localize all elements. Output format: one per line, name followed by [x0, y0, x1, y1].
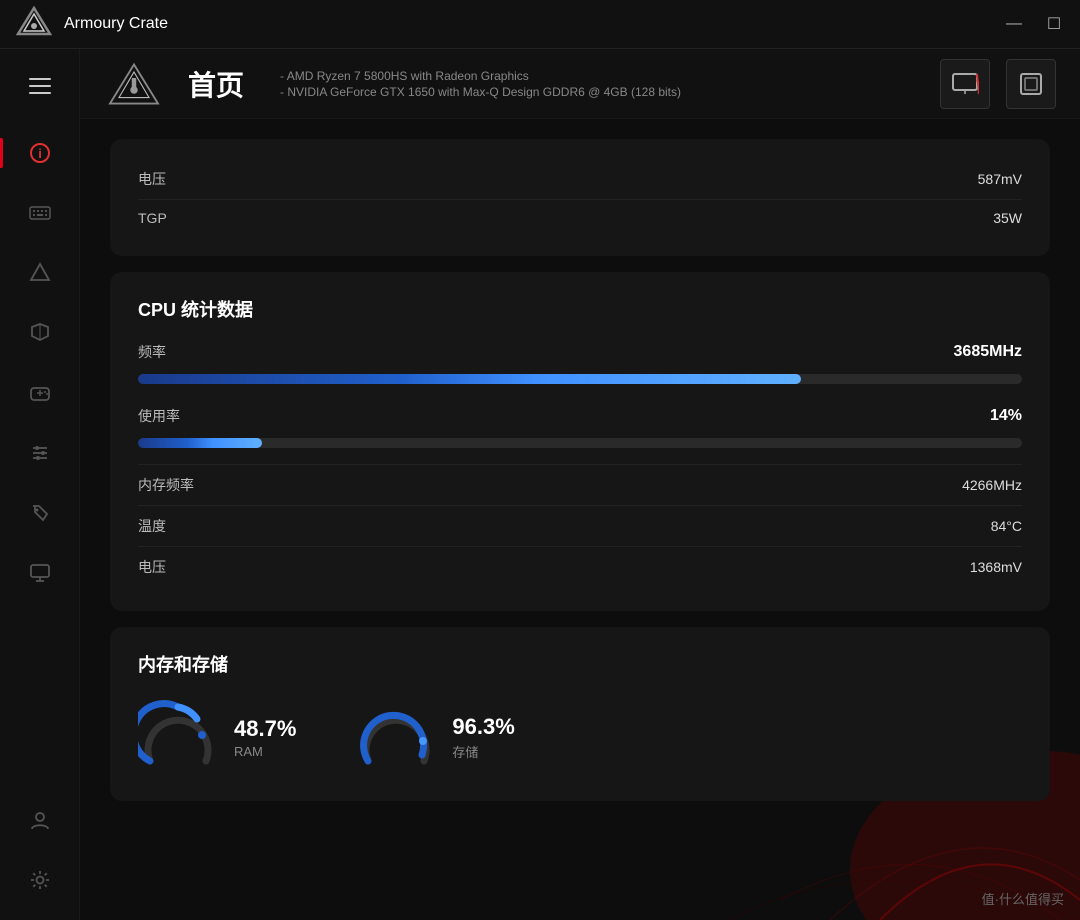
sidebar-item-monitor[interactable]	[0, 543, 80, 603]
memory-storage-card: 内存和存储 48.7	[110, 627, 1050, 801]
page-title: 首页	[188, 64, 244, 104]
sidebar-item-aura[interactable]	[0, 243, 80, 303]
aura-icon	[29, 262, 51, 284]
memory-gauges: 48.7% RAM	[138, 697, 1022, 777]
profile-icon	[29, 809, 51, 831]
cpu-freq-value: 3685MHz	[954, 343, 1022, 361]
cpu-temp-value: 84°C	[991, 518, 1022, 534]
sidebar-item-profile[interactable]	[0, 790, 80, 850]
cpu-usage-header: 使用率 14%	[138, 400, 1022, 430]
content-area: 首页 AMD Ryzen 7 5800HS with Radeon Graphi…	[80, 49, 1080, 920]
page-header: 首页 AMD Ryzen 7 5800HS with Radeon Graphi…	[80, 49, 1080, 119]
titlebar: Armoury Crate — ☐	[0, 0, 1080, 49]
sidebar-item-deals[interactable]	[0, 483, 80, 543]
window-controls: — ☐	[1004, 14, 1064, 34]
gaming-icon	[28, 381, 52, 405]
sidebar-bottom	[0, 790, 80, 920]
cpu-temp-label: 温度	[138, 516, 166, 536]
ram-label-group: 48.7% RAM	[234, 716, 296, 759]
sidebar-item-home[interactable]: i	[0, 123, 80, 183]
maximize-button[interactable]: ☐	[1044, 14, 1064, 34]
sidebar-top	[0, 49, 80, 123]
storage-gauge-container: 96.3% 存储	[356, 697, 514, 777]
cpu-usage-label: 使用率	[138, 406, 180, 426]
watermark-text: 值·什么值得买	[982, 892, 1064, 907]
gpu-tgp-value: 35W	[993, 210, 1022, 226]
cpu-usage-bar	[138, 438, 262, 448]
app-icon	[16, 6, 52, 42]
cpu-freq-label: 频率	[138, 342, 166, 362]
cpu-mem-freq-row: 内存频率 4266MHz	[138, 464, 1022, 505]
sidebar-item-tuning[interactable]	[0, 423, 80, 483]
storage-gauge	[356, 697, 436, 777]
gpu-tgp-row: TGP 35W	[138, 199, 1022, 236]
cpu-freq-progress	[138, 374, 1022, 384]
storage-label: 存储	[452, 742, 514, 761]
minimize-button[interactable]: —	[1004, 14, 1024, 34]
svg-text:i: i	[38, 146, 42, 161]
cpu-stats-card: CPU 统计数据 频率 3685MHz 使用率 14%	[110, 272, 1050, 611]
memory-storage-title: 内存和存储	[138, 651, 1022, 677]
cpu-voltage-value: 1368mV	[970, 559, 1022, 575]
watermark: 值·什么值得买	[982, 889, 1064, 908]
tuning-icon	[29, 442, 51, 464]
deals-icon	[29, 502, 51, 524]
sidebar-item-settings[interactable]	[0, 850, 80, 910]
storage-label-group: 96.3% 存储	[452, 714, 514, 761]
sidebar-item-gaming[interactable]	[0, 363, 80, 423]
system-info: AMD Ryzen 7 5800HS with Radeon Graphics …	[280, 69, 681, 99]
display-icon	[29, 322, 51, 344]
sidebar: i	[0, 49, 80, 920]
scroll-content[interactable]: 电压 587mV TGP 35W CPU 统计数据 频率 3685MHz	[80, 119, 1080, 920]
ram-percent: 48.7%	[234, 716, 296, 742]
rog-logo	[104, 59, 164, 109]
cpu-voltage-label: 电压	[138, 557, 166, 577]
sidebar-item-keyboard[interactable]	[0, 183, 80, 243]
cpu-freq-header: 频率 3685MHz	[138, 342, 1022, 366]
monitor-icon	[29, 562, 51, 584]
second-device-button[interactable]	[1006, 59, 1056, 109]
app-title: Armoury Crate	[64, 15, 168, 33]
info-icon: i	[29, 142, 51, 164]
cpu-mem-freq-label: 内存频率	[138, 475, 194, 495]
main-layout: i	[0, 49, 1080, 920]
gpu-tgp-label: TGP	[138, 210, 167, 226]
device-button[interactable]	[940, 59, 990, 109]
header-actions	[940, 59, 1056, 109]
cpu-usage-value: 14%	[990, 407, 1022, 425]
settings-icon	[29, 869, 51, 891]
cpu-temp-row: 温度 84°C	[138, 505, 1022, 546]
sidebar-item-display[interactable]	[0, 303, 80, 363]
cpu-usage-progress	[138, 438, 1022, 448]
gpu-voltage-row: 电压 587mV	[138, 159, 1022, 199]
cpu-freq-bar	[138, 374, 801, 384]
cpu-stats-title: CPU 统计数据	[138, 296, 1022, 322]
cpu-mem-freq-value: 4266MHz	[962, 477, 1022, 493]
cpu-voltage-row: 电压 1368mV	[138, 546, 1022, 587]
gpu-partial-card: 电压 587mV TGP 35W	[110, 139, 1050, 256]
ram-gauge	[138, 697, 218, 777]
cpu-info: AMD Ryzen 7 5800HS with Radeon Graphics	[280, 69, 681, 83]
gpu-info: NVIDIA GeForce GTX 1650 with Max-Q Desig…	[280, 85, 681, 99]
gpu-voltage-value: 587mV	[978, 171, 1022, 187]
ram-label: RAM	[234, 744, 296, 759]
storage-percent: 96.3%	[452, 714, 514, 740]
ram-gauge-container: 48.7% RAM	[138, 697, 296, 777]
keyboard-icon	[28, 201, 52, 225]
hamburger-icon	[29, 78, 51, 94]
hamburger-button[interactable]	[0, 63, 80, 109]
gpu-voltage-label: 电压	[138, 169, 166, 189]
